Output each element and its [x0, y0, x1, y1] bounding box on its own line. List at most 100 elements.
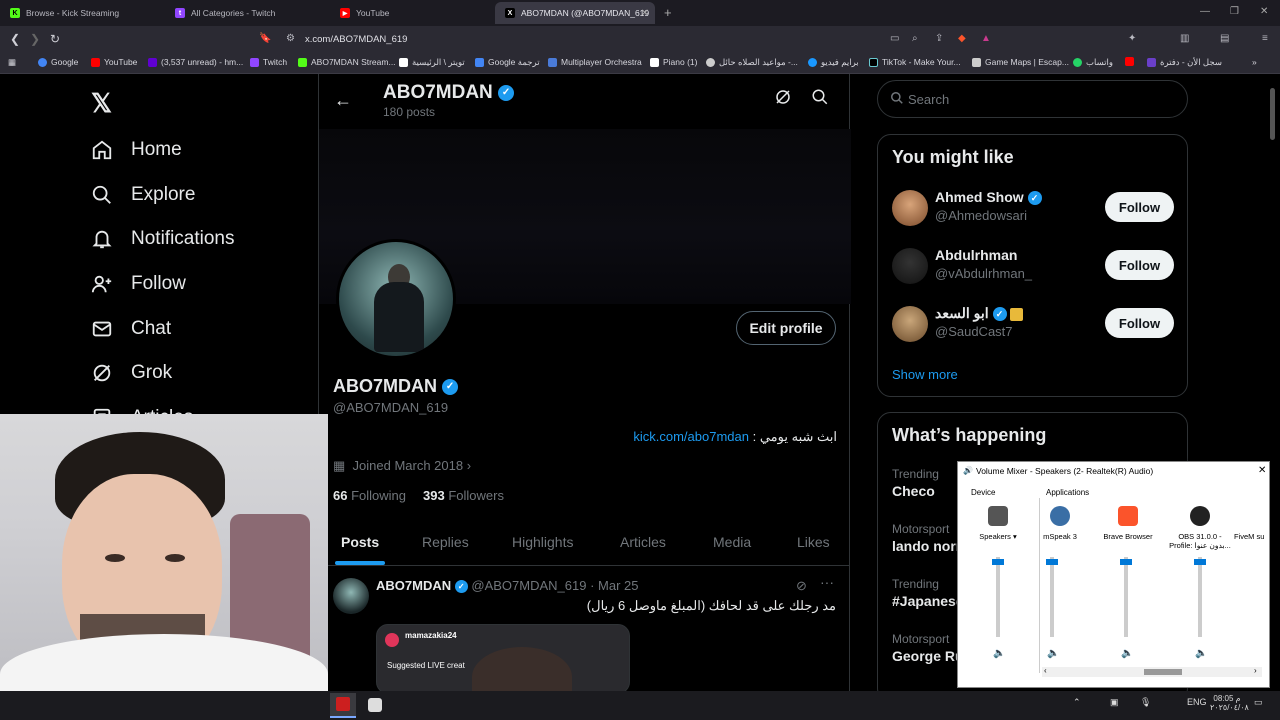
- follow-button[interactable]: Follow: [1105, 250, 1174, 280]
- apps-icon[interactable]: ▦: [8, 57, 16, 68]
- trend-item[interactable]: #Japanese: [892, 593, 964, 609]
- tab-kick[interactable]: K Browse - Kick Streaming: [0, 2, 165, 24]
- suggestion-name[interactable]: Abdulrhman: [935, 247, 1017, 263]
- avatar[interactable]: [892, 190, 928, 226]
- bookmark-piano[interactable]: Piano (1): [650, 57, 698, 67]
- volume-slider[interactable]: [1120, 557, 1132, 637]
- bookmark-tiktok[interactable]: TikTok - Make Your...: [869, 57, 961, 67]
- volume-slider[interactable]: [1046, 557, 1058, 637]
- close-icon[interactable]: ✕: [641, 8, 649, 19]
- bookmark-mail[interactable]: (3,537 unread) - hm...: [148, 57, 243, 67]
- site-info-icon[interactable]: ⚙: [286, 33, 295, 44]
- zoom-icon[interactable]: ⌕: [912, 33, 918, 44]
- taskbar-app-brave[interactable]: [362, 693, 388, 718]
- language-indicator[interactable]: ENG: [1187, 697, 1207, 707]
- trend-item[interactable]: lando norr: [892, 538, 961, 554]
- volume-slider-thumb[interactable]: [1194, 559, 1206, 565]
- volume-slider-thumb[interactable]: [1046, 559, 1058, 565]
- share-icon[interactable]: ⇪: [935, 33, 943, 44]
- bookmark-twitch[interactable]: Twitch: [250, 57, 287, 67]
- nav-grok[interactable]: Grok: [90, 361, 172, 385]
- followers-link[interactable]: 393 Followers: [423, 488, 504, 503]
- nav-notifications[interactable]: Notifications: [90, 227, 235, 251]
- post-avatar[interactable]: [333, 578, 369, 614]
- microphone-icon[interactable]: 🎙: [1140, 697, 1151, 708]
- bookmark-game-maps[interactable]: Game Maps | Escap...: [972, 57, 1069, 67]
- minimize-icon[interactable]: —: [1200, 6, 1210, 17]
- avatar[interactable]: [892, 306, 928, 342]
- suggestion-name[interactable]: ابو السعد ✓: [935, 305, 1024, 322]
- more-bookmarks-icon[interactable]: »: [1252, 57, 1257, 67]
- mute-speaker-icon[interactable]: 🔈: [993, 648, 1005, 659]
- following-link[interactable]: 66 Following: [333, 488, 406, 503]
- chevron-up-icon[interactable]: ⌃: [1073, 697, 1081, 708]
- new-tab-icon[interactable]: +: [664, 5, 672, 20]
- follow-button[interactable]: Follow: [1105, 308, 1174, 338]
- mute-speaker-icon[interactable]: 🔈: [1121, 648, 1133, 659]
- bookmark-prayer-times[interactable]: مواعيد الصلاه حائل -...: [706, 57, 798, 68]
- volume-slider[interactable]: [1194, 557, 1206, 637]
- scroll-left-icon[interactable]: ‹: [1044, 666, 1047, 675]
- brave-rewards-icon[interactable]: ▲: [981, 33, 991, 44]
- follow-button[interactable]: Follow: [1105, 192, 1174, 222]
- tab-replies[interactable]: Replies: [422, 534, 469, 550]
- bookmark-google[interactable]: Google: [38, 57, 78, 67]
- wallet-icon[interactable]: ▤: [1220, 33, 1229, 44]
- url-field[interactable]: x.com/ABO7MDAN_619: [305, 34, 407, 45]
- bookmark-kick-stream[interactable]: ABO7MDAN Stream...: [298, 57, 396, 67]
- close-icon[interactable]: ✕: [1258, 465, 1266, 476]
- volume-slider-thumb[interactable]: [1120, 559, 1132, 565]
- tab-youtube[interactable]: ▶ YouTube: [330, 2, 495, 24]
- bookmark-prime-video[interactable]: برايم فيديو: [808, 57, 859, 68]
- volume-slider-thumb[interactable]: [992, 559, 1004, 565]
- network-icon[interactable]: ▣: [1110, 697, 1119, 708]
- grok-analyze-icon[interactable]: [774, 88, 792, 111]
- bookmark-youtube[interactable]: YouTube: [91, 57, 137, 67]
- page-scrollbar[interactable]: [1270, 88, 1275, 140]
- bookmark-red[interactable]: [1125, 57, 1138, 66]
- tab-likes[interactable]: Likes: [797, 534, 830, 550]
- chevron-down-icon[interactable]: ▾: [1013, 532, 1017, 541]
- tab-x-profile[interactable]: X ABO7MDAN (@ABO7MDAN_619 ✕: [495, 2, 655, 24]
- mixer-scrollbar[interactable]: ‹ ›: [1042, 666, 1262, 677]
- show-more-link[interactable]: Show more: [892, 367, 958, 382]
- nav-home[interactable]: Home: [90, 138, 182, 162]
- grok-icon[interactable]: ⊘: [796, 578, 807, 594]
- trend-item[interactable]: Checo: [892, 483, 935, 499]
- bookmark-whatsapp[interactable]: واتساب: [1073, 57, 1113, 68]
- edit-profile-button[interactable]: Edit profile: [736, 311, 836, 345]
- tab-articles[interactable]: Articles: [620, 534, 666, 550]
- bookmark-multiplayer-orchestra[interactable]: Multiplayer Orchestra: [548, 57, 642, 67]
- tab-highlights[interactable]: Highlights: [512, 534, 573, 550]
- search-icon[interactable]: [811, 88, 829, 111]
- nav-chat[interactable]: Chat: [90, 317, 171, 341]
- volume-slider[interactable]: [992, 557, 1004, 637]
- more-options-icon[interactable]: ···: [820, 574, 834, 590]
- tab-twitch[interactable]: t All Categories - Twitch: [165, 2, 330, 24]
- screen-icon[interactable]: ▭: [890, 33, 899, 44]
- tab-posts[interactable]: Posts: [341, 534, 379, 550]
- mute-speaker-icon[interactable]: 🔈: [1047, 648, 1059, 659]
- bookmark-icon[interactable]: 🔖: [259, 33, 271, 44]
- restore-icon[interactable]: ❐: [1230, 6, 1239, 17]
- trend-item[interactable]: George Ru: [892, 648, 964, 664]
- menu-icon[interactable]: ≡: [1262, 33, 1268, 44]
- bookmark-x-home[interactable]: تويتر \ الرئيسية: [399, 57, 465, 68]
- search-input[interactable]: Search: [877, 80, 1188, 118]
- nav-follow[interactable]: Follow: [90, 272, 186, 296]
- bookmark-daftra[interactable]: سجل الأن - دفترة: [1147, 57, 1222, 68]
- sidebar-icon[interactable]: ▥: [1180, 33, 1189, 44]
- brave-shield-icon[interactable]: ◆: [958, 33, 966, 44]
- bookmark-google-translate[interactable]: Google ترجمة: [475, 57, 540, 68]
- reload-icon[interactable]: ↻: [50, 32, 60, 46]
- forward-icon[interactable]: ❯: [30, 32, 40, 46]
- scroll-right-icon[interactable]: ›: [1254, 666, 1257, 675]
- nav-explore[interactable]: Explore: [90, 183, 195, 207]
- extensions-icon[interactable]: ✦: [1128, 33, 1136, 44]
- back-arrow-icon[interactable]: ←: [334, 90, 352, 111]
- suggestion-name[interactable]: Ahmed Show ✓: [935, 189, 1042, 206]
- clock[interactable]: 08:05 م ٢٠٢٥/٠٤/٠٨: [1210, 694, 1249, 712]
- scrollbar-thumb[interactable]: [1144, 669, 1182, 675]
- post-media[interactable]: mamazakia24 Suggested LIVE creat: [376, 624, 630, 691]
- profile-avatar[interactable]: [336, 239, 456, 359]
